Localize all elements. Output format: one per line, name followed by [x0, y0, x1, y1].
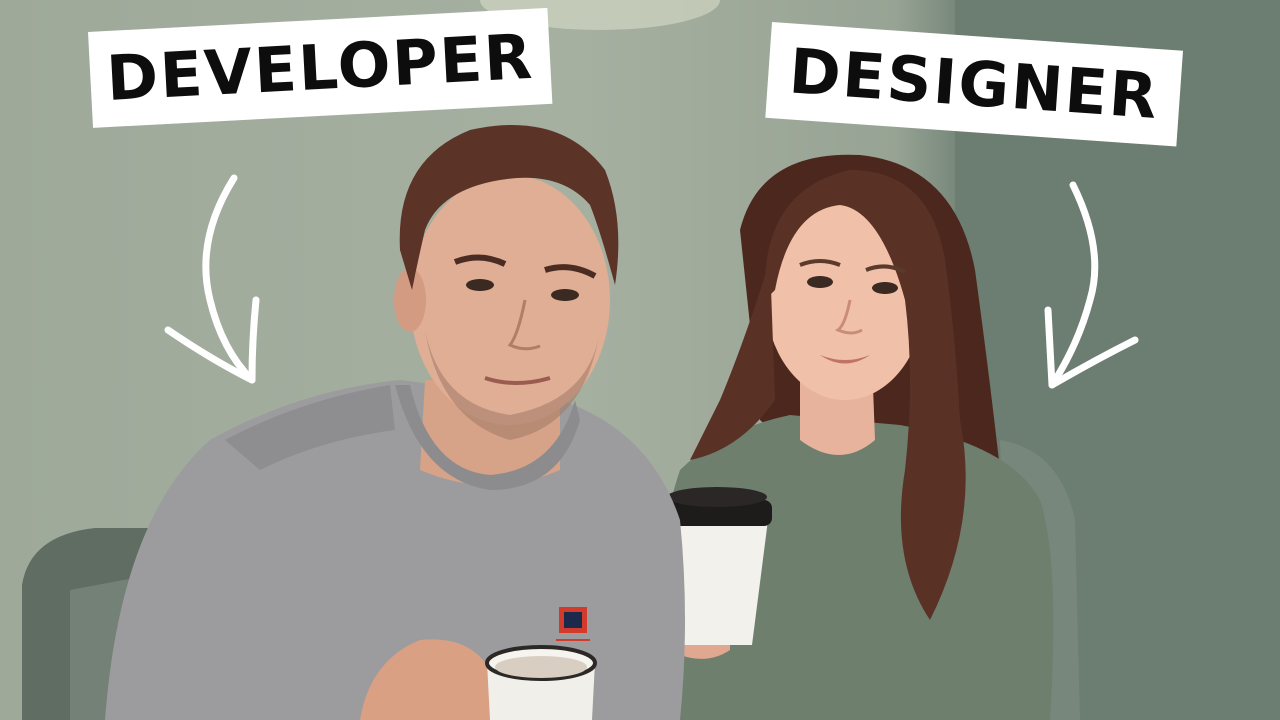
man-eye-left [466, 279, 494, 291]
mug-coffee [495, 656, 587, 678]
shirt-logo-inner [564, 612, 582, 628]
coffee-cup-lid-top [667, 487, 767, 507]
man-eye-right [551, 289, 579, 301]
thumbnail-scene: DEVELOPER DESIGNER [0, 0, 1280, 720]
arrow-down-left-icon [164, 174, 260, 384]
woman-eye-right [872, 282, 898, 294]
woman-eye-left [807, 276, 833, 288]
